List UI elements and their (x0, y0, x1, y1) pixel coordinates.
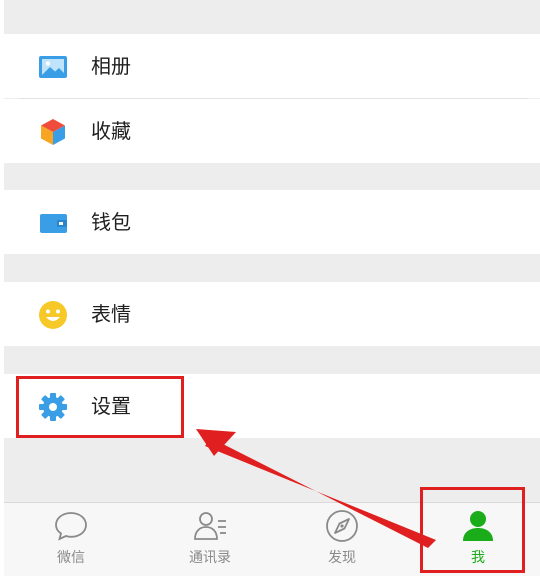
favorites-cube-icon (37, 116, 69, 148)
contacts-icon (192, 508, 228, 544)
menu-item-label: 相册 (91, 54, 131, 78)
tab-chats[interactable]: 微信 (21, 503, 121, 576)
menu-item-emoji[interactable]: 表情 (4, 282, 540, 346)
settings-highlight-box (16, 376, 184, 438)
wallet-icon (37, 207, 69, 239)
menu-item-label: 钱包 (91, 210, 131, 234)
me-tab-highlight-box (420, 487, 525, 573)
photo-album-icon (37, 51, 69, 83)
tab-label: 发现 (328, 550, 356, 566)
tab-label: 通讯录 (189, 550, 231, 566)
compass-icon (324, 508, 360, 544)
chat-bubble-icon (53, 508, 89, 544)
menu-item-label: 收藏 (91, 119, 131, 143)
tab-label: 微信 (57, 550, 85, 566)
section-gap (4, 346, 540, 374)
menu-item-favorites[interactable]: 收藏 (4, 99, 540, 163)
menu-item-album[interactable]: 相册 (4, 34, 540, 98)
menu-item-label: 表情 (91, 302, 131, 326)
section-gap (4, 0, 540, 34)
tab-contacts[interactable]: 通讯录 (160, 503, 260, 576)
section-gap (4, 254, 540, 282)
menu-item-wallet[interactable]: 钱包 (4, 190, 540, 254)
section-gap (4, 163, 540, 190)
tab-discover[interactable]: 发现 (292, 503, 392, 576)
emoji-smiley-icon (37, 299, 69, 331)
